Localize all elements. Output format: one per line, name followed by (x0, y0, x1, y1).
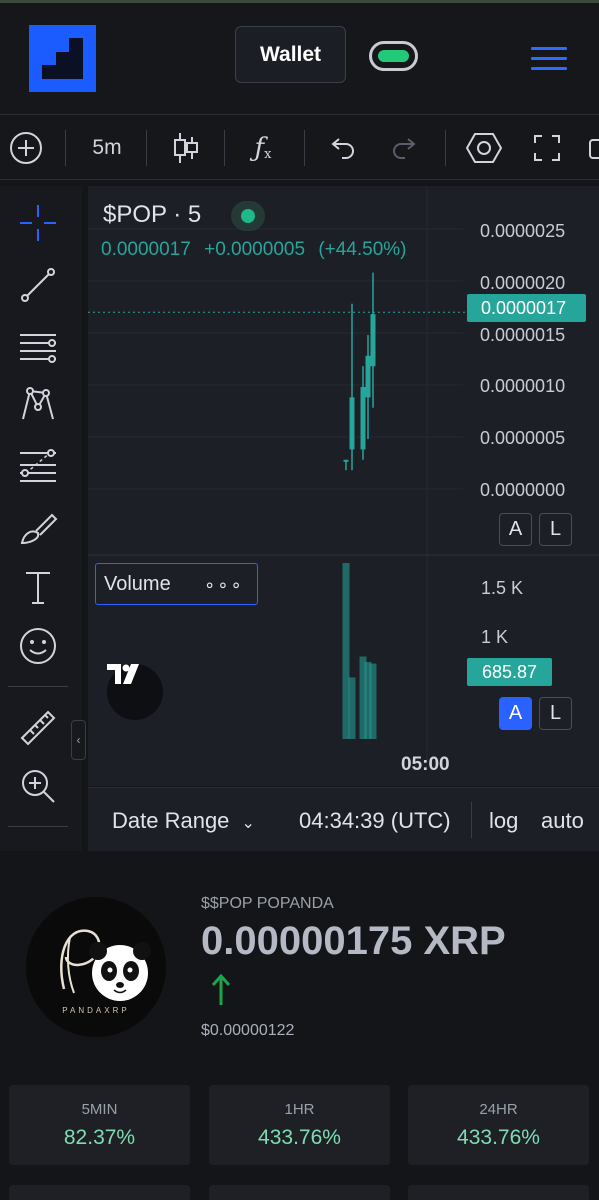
utc-clock[interactable]: 04:34:39 (UTC) (299, 808, 451, 834)
live-status-dot (231, 201, 265, 231)
stat-card-24hr[interactable]: 24HR 433.76% (408, 1085, 589, 1165)
fib-icon[interactable] (16, 445, 60, 489)
y-axis-label: 0.0000010 (480, 376, 566, 396)
app-logo[interactable] (29, 25, 96, 92)
app-header: Wallet (0, 3, 599, 115)
auto-toggle[interactable]: auto (541, 808, 584, 834)
token-usd-price: $0.00000122 (201, 1022, 295, 1039)
brush-icon[interactable] (16, 507, 60, 551)
add-circle-icon[interactable] (8, 130, 44, 166)
volume-label: Volume (104, 572, 171, 595)
trend-line-icon[interactable] (16, 263, 60, 307)
interval-button[interactable]: 5m (84, 130, 130, 166)
stat-card (9, 1185, 190, 1200)
more-options-icon[interactable]: ∘∘∘ (204, 575, 244, 596)
last-price: 0.0000017 (101, 239, 191, 260)
svg-text:PANDAXRP: PANDAXRP (62, 1006, 129, 1015)
text-icon[interactable] (16, 565, 60, 609)
stat-label: 24HR (479, 1101, 518, 1118)
camera-icon[interactable] (588, 130, 599, 166)
y-axis-label: 0.0000020 (480, 273, 566, 293)
stat-card (209, 1185, 390, 1200)
symbol-title: $POP · 5 (103, 201, 202, 228)
volume-legend[interactable]: Volume ∘∘∘ (95, 563, 258, 605)
token-info: PANDAXRP $$POP POPANDA 0.00000175 XRP $0… (0, 852, 599, 1200)
candle-body (343, 459, 349, 462)
volume-bar (342, 563, 350, 739)
horizontal-lines-icon[interactable] (16, 325, 60, 369)
arrow-up-icon (210, 973, 232, 1015)
volume-value-tag: 685.87 (467, 658, 552, 686)
stat-label: 5MIN (81, 1101, 118, 1118)
hamburger-menu-icon[interactable] (531, 47, 567, 73)
pattern-icon[interactable] (16, 383, 60, 427)
stat-value: 433.76% (258, 1126, 341, 1149)
auto-scale-button[interactable]: A (499, 513, 532, 546)
y-axis-label: 0.0000025 (480, 221, 566, 241)
candle-body (349, 397, 355, 450)
crosshair-icon[interactable] (16, 201, 60, 245)
mode-toggle[interactable] (369, 41, 418, 71)
drawing-toolbar (0, 186, 82, 851)
emoji-icon[interactable] (16, 624, 60, 668)
chart-footer: Date Range ⌄ 04:34:39 (UTC) log auto (88, 787, 599, 851)
volume-bar (348, 677, 356, 739)
volume-log-scale-button[interactable]: L (539, 697, 572, 730)
candlestick-icon[interactable] (170, 130, 202, 166)
fullscreen-icon[interactable] (532, 130, 562, 166)
ohlc-readout: 0.0000017 +0.0000005 (+44.50%) (101, 239, 415, 261)
candle-body (365, 355, 371, 398)
volume-axis-label: 1 K (481, 627, 509, 647)
function-icon[interactable]: ƒx (247, 130, 279, 166)
stat-value: 82.37% (63, 1126, 136, 1149)
stat-card-1hr[interactable]: 1HR 433.76% (209, 1085, 390, 1165)
price-change-pct: (+44.50%) (318, 239, 407, 260)
wallet-button[interactable]: Wallet (235, 26, 346, 83)
token-price: 0.00000175 XRP (201, 919, 506, 963)
date-range-dropdown[interactable]: Date Range ⌄ (112, 808, 255, 834)
y-axis-label: 0.0000005 (480, 428, 566, 448)
chart-toolbar: 5m ƒx (0, 116, 599, 180)
candle-body (360, 387, 366, 450)
stat-value: 433.76% (457, 1126, 540, 1149)
volume-bar (369, 663, 377, 739)
candle-body (370, 314, 376, 367)
undo-icon[interactable] (327, 130, 357, 166)
current-price-tag: 0.0000017 (467, 294, 586, 322)
stat-card-5min[interactable]: 5MIN 82.37% (9, 1085, 190, 1165)
ruler-icon[interactable] (16, 706, 60, 750)
stat-label: 1HR (284, 1101, 315, 1118)
settings-hexagon-icon[interactable] (466, 130, 502, 166)
zoom-in-icon[interactable] (16, 764, 60, 808)
token-avatar: PANDAXRP (26, 897, 166, 1037)
stat-card (408, 1185, 589, 1200)
collapse-toolbar-button[interactable]: ‹ (71, 720, 86, 760)
price-change: +0.0000005 (204, 239, 306, 260)
redo-icon[interactable] (390, 130, 420, 166)
y-axis-label: 0.0000000 (480, 480, 566, 500)
log-toggle[interactable]: log (489, 808, 518, 834)
y-axis-label: 0.0000015 (480, 325, 566, 345)
volume-auto-scale-button[interactable]: A (499, 697, 532, 730)
price-chart[interactable]: $POP · 5 0.0000017 +0.0000005 (+44.50%) … (88, 186, 599, 786)
log-scale-button[interactable]: L (539, 513, 572, 546)
tradingview-logo[interactable] (107, 664, 163, 720)
token-name: $$POP POPANDA (201, 895, 334, 912)
volume-axis-label: 1.5 K (481, 578, 524, 598)
time-axis-label: 05:00 (401, 754, 450, 775)
chevron-down-icon: ⌄ (241, 815, 255, 832)
date-range-label: Date Range (112, 808, 230, 833)
